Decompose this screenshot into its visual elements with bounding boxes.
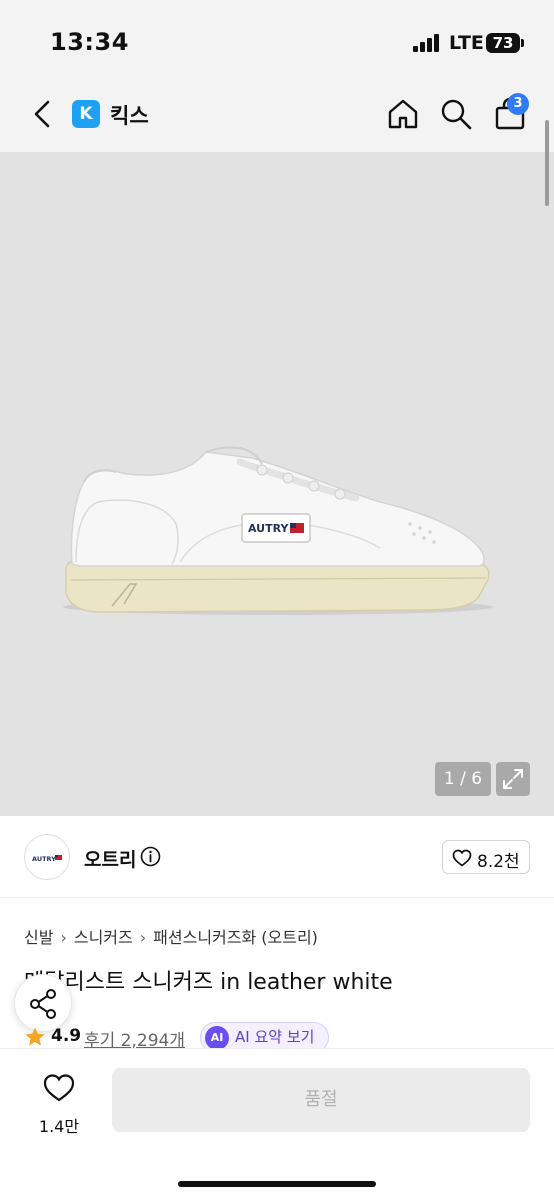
home-button[interactable] [385, 96, 421, 132]
search-button[interactable] [438, 96, 474, 132]
soldout-button[interactable]: 품절 [112, 1068, 530, 1132]
autry-logo-text: AUTRY [248, 522, 289, 535]
back-button[interactable] [28, 96, 58, 132]
heart-icon [43, 1074, 75, 1102]
wishlist-button[interactable]: 1.4만 [28, 1069, 90, 1139]
chevron-right-icon: › [60, 928, 67, 947]
app-header: K 킥스 3 [0, 80, 554, 152]
star-icon [25, 1027, 45, 1046]
brand-like-button[interactable]: 8.2천 [442, 840, 530, 874]
brand-name[interactable]: 오트리 [84, 845, 136, 872]
product-title: 메달리스트 스니커즈 in leather white [24, 970, 393, 995]
battery-icon: 73 [486, 33, 520, 53]
network-label: LTE [449, 32, 484, 54]
bottom-action-bar: 1.4만 품절 [0, 1048, 554, 1200]
expand-icon [503, 769, 523, 789]
status-bar: 13:34 LTE 73 [0, 0, 554, 80]
store-name[interactable]: 킥스 [110, 100, 149, 130]
autry-logo: AUTRY [32, 855, 62, 863]
heart-icon [452, 849, 472, 867]
breadcrumb: 신발 › 스니커즈 › 패션스니커즈화 (오트리) [24, 924, 318, 948]
brand-avatar-text: AUTRY [32, 855, 56, 863]
expand-image-button[interactable] [496, 762, 530, 796]
home-indicator [178, 1181, 376, 1187]
breadcrumb-item[interactable]: 패션스니커즈화 (오트리) [153, 928, 318, 947]
status-time: 13:34 [50, 28, 129, 56]
cart-count-badge: 3 [507, 93, 529, 115]
image-page-indicator: 1 / 6 [435, 762, 491, 796]
wishlist-count: 1.4만 [38, 1117, 80, 1136]
sneaker-image: AUTRY [63, 446, 493, 615]
ai-summary-label: AI 요약 보기 [235, 1028, 315, 1046]
scrollbar[interactable] [545, 120, 549, 206]
ai-badge-icon: AI [205, 1026, 229, 1050]
chevron-right-icon: › [139, 928, 147, 947]
kicks-logo[interactable]: K [72, 100, 100, 128]
search-icon [441, 99, 472, 130]
breadcrumb-item[interactable]: 스니커즈 [74, 928, 133, 947]
product-image[interactable]: AUTRY [0, 152, 554, 816]
breadcrumb-item[interactable]: 신발 [24, 928, 53, 947]
rating-value: 4.9 [51, 1026, 82, 1046]
brand-like-count: 8.2천 [477, 852, 520, 872]
home-icon [388, 99, 418, 129]
brand-row: AUTRY 오트리 8.2천 [0, 816, 554, 898]
battery-cap [521, 39, 524, 47]
brand-avatar[interactable]: AUTRY [24, 834, 70, 880]
signal-icon [413, 34, 441, 52]
chevron-left-icon [34, 100, 50, 128]
info-icon[interactable] [140, 846, 161, 867]
